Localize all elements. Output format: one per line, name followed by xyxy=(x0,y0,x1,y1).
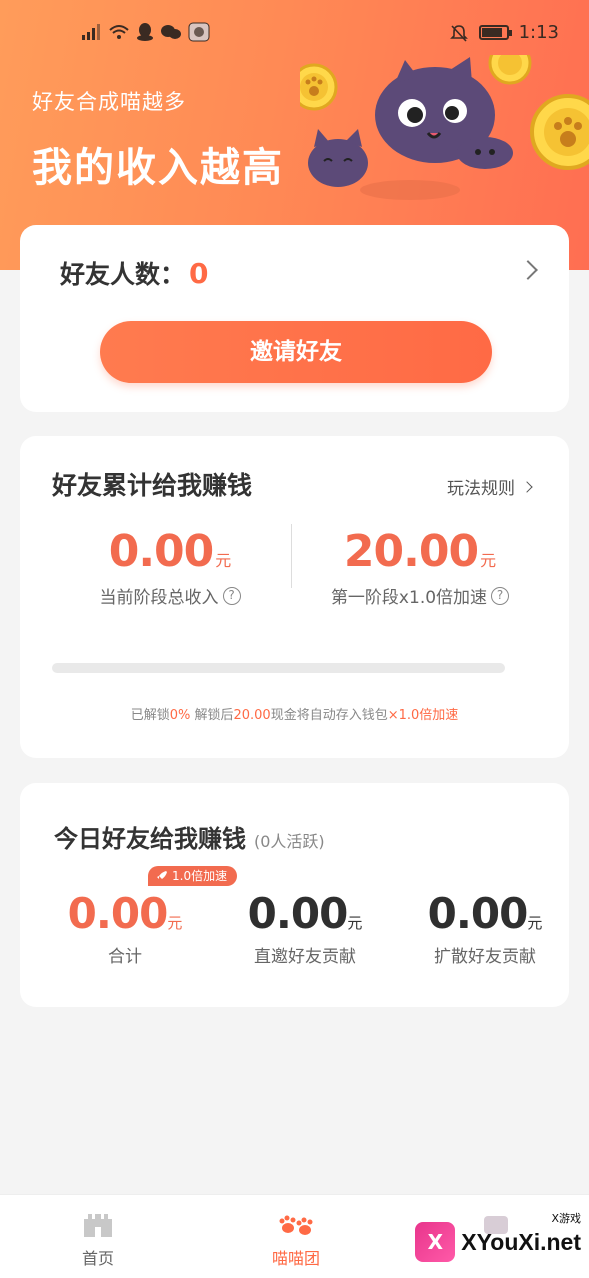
app-avatar-icon xyxy=(188,22,210,42)
invite-friends-button[interactable]: 邀请好友 xyxy=(100,321,492,383)
active-friends-count: (0人活跃) xyxy=(254,832,325,851)
current-income-unit: 元 xyxy=(215,551,232,570)
direct-invite-value: 0.00 xyxy=(247,889,349,938)
help-icon[interactable]: ? xyxy=(491,586,510,605)
unlock-note-mid2: 现金将自动存入钱包 xyxy=(270,708,388,723)
stats-divider xyxy=(291,524,292,588)
today-total-unit: 元 xyxy=(167,914,183,932)
friends-count-row[interactable]: 好友人数： 0 xyxy=(60,255,209,291)
unlock-note-speed: ×1.0倍加速 xyxy=(387,708,459,723)
help-icon[interactable]: ? xyxy=(222,586,241,605)
site-watermark: X XYouXi.net X游戏 xyxy=(415,1212,581,1262)
friends-card: 好友人数： 0 邀请好友 xyxy=(20,225,569,412)
spread-friends-value: 0.00 xyxy=(427,889,529,938)
current-income-caption: 当前阶段总收入 xyxy=(99,588,219,608)
status-icons-left xyxy=(80,22,210,42)
unlock-note-percent: 0% xyxy=(169,708,191,723)
speed-boost-badge: 1.0倍加速 xyxy=(148,866,238,886)
castle-icon xyxy=(84,1214,112,1237)
unlock-note-mid1: 解锁后 xyxy=(190,708,234,723)
stage-target-caption: 第一阶段x1.0倍加速 xyxy=(330,588,488,608)
slogan-big: 我的收入越高 xyxy=(32,145,284,191)
rules-link-label: 玩法规则 xyxy=(447,479,515,499)
paw-icon xyxy=(279,1215,313,1235)
speed-boost-label: 1.0倍加速 xyxy=(172,869,228,883)
nav-label-team: 喵喵团 xyxy=(271,1249,320,1268)
friends-count-value: 0 xyxy=(189,257,209,290)
slogan-small: 好友合成喵越多 xyxy=(32,90,186,114)
chevron-right-icon[interactable] xyxy=(518,260,538,280)
cumulative-earnings-title: 好友累计给我赚钱 xyxy=(52,471,253,500)
current-income-stat: 0.00 元 当前阶段总收入 ? xyxy=(60,526,280,608)
friends-count-label: 好友人数： xyxy=(60,260,186,289)
rocket-icon xyxy=(157,871,167,879)
spread-friends-stat: 0.00元 扩散好友贡献 xyxy=(400,889,570,967)
today-total-caption: 合计 xyxy=(108,947,142,967)
current-income-value: 0.00 xyxy=(108,526,215,577)
chevron-right-icon xyxy=(521,480,533,493)
watermark-logo-icon: X xyxy=(415,1222,456,1262)
watermark-small: X游戏 xyxy=(551,1212,581,1225)
qq-icon xyxy=(137,23,153,41)
unlock-note: 已解锁0% 解锁后20.00现金将自动存入钱包×1.0倍加速 xyxy=(20,704,569,723)
unlock-note-prefix: 已解锁 xyxy=(130,708,170,723)
today-total-value: 0.00 xyxy=(67,889,169,938)
direct-invite-stat: 0.00元 直邀好友贡献 xyxy=(220,889,390,967)
stage-target-value: 20.00 xyxy=(343,526,479,577)
today-earnings-card: 今日好友给我赚钱 (0人活跃) 1.0倍加速 0.00元 合计 0.00元 直邀… xyxy=(20,783,569,1007)
nav-label-home: 首页 xyxy=(81,1249,114,1268)
status-bar: 1:13 xyxy=(0,0,589,60)
wifi-icon xyxy=(109,25,129,39)
watermark-text: XYouXi.net xyxy=(461,1228,581,1255)
nav-item-home[interactable]: 首页 xyxy=(38,1209,158,1269)
direct-invite-unit: 元 xyxy=(347,914,363,932)
spread-friends-caption: 扩散好友贡献 xyxy=(434,947,536,967)
nav-item-team[interactable]: 喵喵团 xyxy=(236,1209,356,1269)
coin-icon xyxy=(300,63,338,111)
wechat-icon xyxy=(161,25,181,39)
today-earnings-title: 今日好友给我赚钱 xyxy=(54,825,246,853)
cat-coin-illustration xyxy=(300,55,589,200)
unlock-note-amount: 20.00 xyxy=(233,708,271,723)
stage-target-unit: 元 xyxy=(480,551,497,570)
rules-link[interactable]: 玩法规则 xyxy=(447,474,533,499)
today-total-stat: 0.00元 合计 xyxy=(40,889,210,967)
direct-invite-caption: 直邀好友贡献 xyxy=(254,947,356,967)
battery-icon xyxy=(478,25,512,40)
mute-icon xyxy=(449,24,468,42)
unlock-progress-bar xyxy=(52,663,505,673)
signal-icon xyxy=(82,24,100,40)
stage-target-stat: 20.00 元 第一阶段x1.0倍加速 ? xyxy=(310,526,530,608)
spread-friends-unit: 元 xyxy=(527,914,543,932)
status-time: 1:13 xyxy=(518,22,559,43)
cumulative-earnings-card: 好友累计给我赚钱 玩法规则 0.00 元 当前阶段总收入 ? 20.00 元 第一阶… xyxy=(20,436,569,758)
status-icons-right: 1:13 xyxy=(449,22,559,43)
